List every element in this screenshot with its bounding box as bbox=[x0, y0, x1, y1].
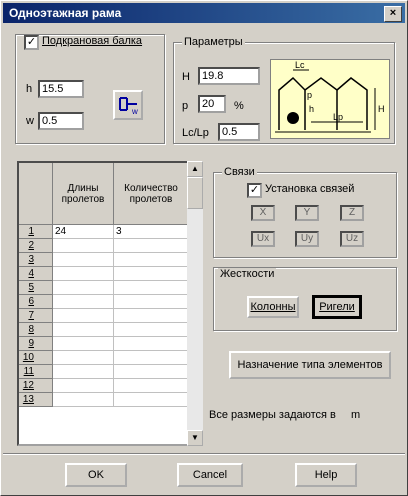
span-count-cell[interactable]: 3 bbox=[114, 225, 189, 239]
diagram-Lp: Lp bbox=[333, 112, 343, 122]
col-header-count: Количество пролетов bbox=[114, 163, 189, 225]
span-length-cell[interactable] bbox=[53, 309, 114, 323]
span-count-cell[interactable] bbox=[114, 253, 189, 267]
units-value: m bbox=[351, 409, 361, 421]
span-length-cell[interactable]: 24 bbox=[53, 225, 114, 239]
span-length-cell[interactable] bbox=[53, 267, 114, 281]
w-label: w bbox=[26, 115, 34, 127]
crane-beam-group: ✓ Подкрановая балка h 15.5 w 0.5 w bbox=[15, 34, 165, 144]
span-count-cell[interactable] bbox=[114, 267, 189, 281]
stiffness-group: Жесткости Колонны Ригели bbox=[213, 267, 397, 331]
h-label: h bbox=[26, 83, 33, 95]
row-number[interactable]: 12 bbox=[19, 379, 53, 393]
span-length-cell[interactable] bbox=[53, 239, 114, 253]
span-count-cell[interactable] bbox=[114, 365, 189, 379]
span-length-cell[interactable] bbox=[53, 393, 114, 407]
units-note: Все размеры задаются в bbox=[209, 409, 336, 421]
span-count-cell[interactable] bbox=[114, 379, 189, 393]
span-count-cell[interactable] bbox=[114, 281, 189, 295]
columns-button[interactable]: Колонны bbox=[247, 296, 299, 318]
ok-button[interactable]: OK bbox=[65, 463, 127, 487]
span-length-cell[interactable] bbox=[53, 295, 114, 309]
links-legend: Связи bbox=[222, 166, 257, 178]
span-length-cell[interactable] bbox=[53, 337, 114, 351]
beams-button[interactable]: Ригели bbox=[312, 295, 362, 319]
svg-text:w: w bbox=[131, 107, 138, 116]
H-label: H bbox=[182, 71, 190, 83]
stiffness-legend: Жесткости bbox=[218, 268, 277, 280]
row-number[interactable]: 1 bbox=[19, 225, 53, 239]
span-length-cell[interactable] bbox=[53, 281, 114, 295]
axis-Y-toggle[interactable]: Y bbox=[295, 205, 319, 221]
axis-Ux-toggle[interactable]: Ux bbox=[251, 231, 275, 247]
col-header-lengths: Длины пролетов bbox=[53, 163, 114, 225]
crane-section-button[interactable]: w bbox=[113, 90, 143, 120]
span-count-cell[interactable] bbox=[114, 309, 189, 323]
scroll-up-button[interactable]: ▲ bbox=[187, 161, 203, 177]
percent-label: % bbox=[234, 100, 244, 112]
install-links-checkbox[interactable]: ✓ bbox=[247, 183, 262, 198]
row-number[interactable]: 10 bbox=[19, 351, 53, 365]
row-number[interactable]: 7 bbox=[19, 309, 53, 323]
row-number[interactable]: 9 bbox=[19, 337, 53, 351]
frame-diagram: Lc p h H Lp bbox=[270, 59, 390, 139]
crane-beam-checkbox[interactable]: ✓ bbox=[24, 35, 39, 50]
h-input[interactable]: 15.5 bbox=[38, 80, 84, 98]
span-count-cell[interactable] bbox=[114, 351, 189, 365]
row-number[interactable]: 3 bbox=[19, 253, 53, 267]
scroll-down-button[interactable]: ▼ bbox=[187, 430, 203, 446]
span-length-cell[interactable] bbox=[53, 365, 114, 379]
span-length-cell[interactable] bbox=[53, 351, 114, 365]
dialog-window: Одноэтажная рама × ✓ Подкрановая балка h… bbox=[0, 0, 408, 496]
row-number[interactable]: 2 bbox=[19, 239, 53, 253]
axis-Uz-toggle[interactable]: Uz bbox=[340, 231, 364, 247]
crane-beam-label: Подкрановая балка bbox=[42, 35, 143, 47]
install-links-label: Установка связей bbox=[265, 183, 355, 195]
assign-element-type-button[interactable]: Назначение типа элементов bbox=[229, 351, 391, 379]
axis-X-toggle[interactable]: X bbox=[251, 205, 275, 221]
parameters-legend: Параметры bbox=[182, 36, 245, 48]
span-length-cell[interactable] bbox=[53, 253, 114, 267]
span-count-cell[interactable] bbox=[114, 295, 189, 309]
w-input[interactable]: 0.5 bbox=[38, 112, 84, 130]
span-count-cell[interactable] bbox=[114, 239, 189, 253]
span-length-cell[interactable] bbox=[53, 323, 114, 337]
H-input[interactable]: 19.8 bbox=[198, 67, 260, 85]
row-number[interactable]: 13 bbox=[19, 393, 53, 407]
frame-schematic-icon: Lc p h H Lp bbox=[275, 60, 385, 133]
row-number[interactable]: 11 bbox=[19, 365, 53, 379]
ratio-input[interactable]: 0.5 bbox=[218, 123, 260, 141]
parameters-group: Параметры H 19.8 p 20 % Lc/Lp 0.5 Lc p h… bbox=[173, 36, 395, 144]
row-number[interactable]: 8 bbox=[19, 323, 53, 337]
diagram-h: h bbox=[309, 104, 314, 114]
span-count-cell[interactable] bbox=[114, 323, 189, 337]
window-title: Одноэтажная рама bbox=[9, 6, 122, 20]
ratio-label: Lc/Lp bbox=[182, 127, 209, 139]
row-number[interactable]: 6 bbox=[19, 295, 53, 309]
span-length-cell[interactable] bbox=[53, 379, 114, 393]
diagram-p: p bbox=[307, 90, 312, 100]
close-button[interactable]: × bbox=[384, 6, 402, 22]
links-group: Связи ✓ Установка связей X Y Z Ux Uy Uz bbox=[213, 166, 397, 258]
footer-separator bbox=[3, 453, 405, 455]
span-count-cell[interactable] bbox=[114, 337, 189, 351]
p-label: p bbox=[182, 100, 189, 112]
p-input[interactable]: 20 bbox=[198, 95, 226, 113]
cancel-button[interactable]: Cancel bbox=[177, 463, 243, 487]
row-number[interactable]: 4 bbox=[19, 267, 53, 281]
diagram-Lc: Lc bbox=[295, 60, 305, 70]
crane-section-icon: w bbox=[119, 97, 138, 116]
diagram-H: H bbox=[378, 104, 385, 114]
corner-header bbox=[19, 163, 53, 225]
row-number[interactable]: 5 bbox=[19, 281, 53, 295]
axis-Uy-toggle[interactable]: Uy bbox=[295, 231, 319, 247]
scroll-thumb[interactable] bbox=[187, 177, 203, 209]
table-scrollbar[interactable]: ▲ ▼ bbox=[187, 161, 203, 446]
span-count-cell[interactable] bbox=[114, 393, 189, 407]
title-bar[interactable]: Одноэтажная рама × bbox=[3, 3, 405, 23]
help-button[interactable]: Help bbox=[295, 463, 357, 487]
axis-Z-toggle[interactable]: Z bbox=[340, 205, 364, 221]
spans-table[interactable]: Длины пролетов Количество пролетов 1 24 3 2… bbox=[17, 161, 203, 446]
